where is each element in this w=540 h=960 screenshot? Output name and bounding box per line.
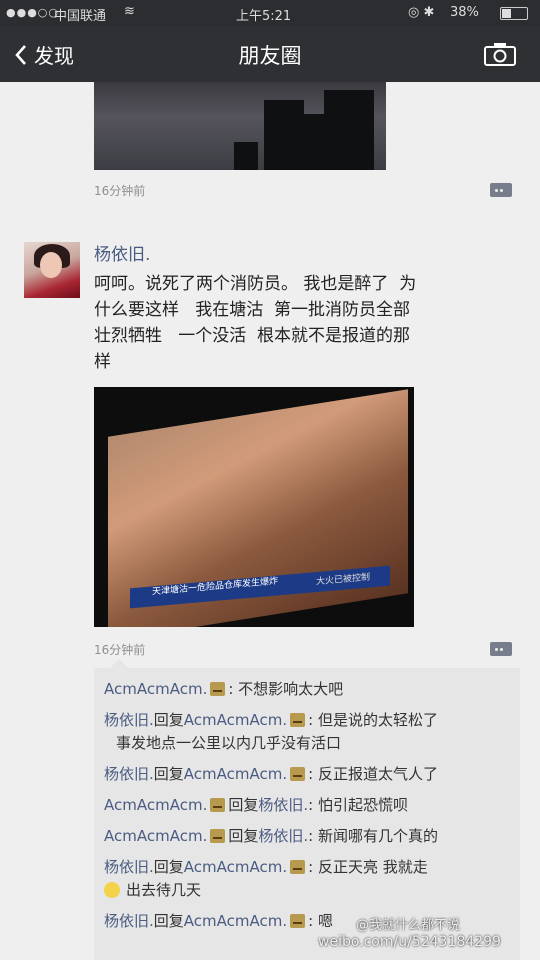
comment-row[interactable]: AcmAcmAcm. 回复杨依旧.: 新闻哪有几个真的 (104, 825, 438, 846)
emoji-icon (290, 713, 306, 727)
comment-icon[interactable] (490, 183, 512, 197)
commenter-name[interactable]: 杨依旧. (104, 765, 154, 783)
smiley-emoji-icon (104, 882, 120, 898)
reply-to-name[interactable]: AcmAcmAcm. (184, 765, 287, 783)
comment-text: : 怕引起恐慌呗 (308, 796, 408, 814)
comment-text: : 但是说的太轻松了 (308, 711, 438, 729)
moments-screen: ●●●○○ 中国联通 ≋ 上午5:21 ◎ ✱ 38% 发现 朋友圈 16分钟前… (0, 0, 540, 960)
reply-to-name[interactable]: 杨依旧. (258, 796, 308, 814)
avatar[interactable] (24, 242, 80, 298)
comment-continuation: 出去待几天 (126, 881, 202, 899)
carrier-name: 中国联通 (54, 9, 107, 24)
reply-to-name[interactable]: AcmAcmAcm. (184, 858, 287, 876)
emoji-icon (210, 798, 226, 812)
post-author-name[interactable]: 杨依旧. (94, 240, 150, 265)
rotation-lock-icon: ◎ ✱ (408, 5, 435, 20)
comment-continuation-row: 出去待几天 (104, 879, 201, 900)
weibo-watermark-url: weibo.com/u/5243184299 (318, 934, 501, 950)
reply-to-name[interactable]: 杨依旧. (258, 827, 308, 845)
comment-row[interactable]: 杨依旧.回复AcmAcmAcm. : 反正天亮 我就走 (104, 856, 428, 877)
comment-row[interactable]: 杨依旧.回复AcmAcmAcm. : 但是说的太轻松了 (104, 709, 438, 730)
reply-word: 回复 (153, 912, 184, 930)
comment-icon[interactable] (490, 642, 512, 656)
commenter-name[interactable]: AcmAcmAcm. (104, 827, 207, 845)
post-text-line: 什么要这样 我在塘沽 第一批消防员全部 (94, 300, 411, 320)
comment-row[interactable]: AcmAcmAcm. 回复杨依旧.: 怕引起恐慌呗 (104, 794, 408, 815)
battery-percent: 38% (450, 5, 479, 20)
post-time: 16分钟前 (94, 643, 146, 657)
signal-strength-icon: ●●●○○ (6, 6, 59, 19)
reply-word: 回复 (153, 711, 184, 729)
commenter-name[interactable]: 杨依旧. (104, 711, 154, 729)
navigation-bar: 发现 朋友圈 (0, 26, 540, 82)
emoji-icon (290, 767, 306, 781)
post-text-line: 壮烈牺牲 一个没活 根本就不是报道的那 (94, 326, 411, 346)
status-bar: ●●●○○ 中国联通 ≋ 上午5:21 ◎ ✱ 38% (0, 0, 540, 26)
commenter-name[interactable]: AcmAcmAcm. (104, 680, 207, 698)
comment-text: : 反正天亮 我就走 (308, 858, 428, 876)
battery-icon (500, 7, 528, 20)
reply-word: 回复 (228, 827, 259, 845)
comment-continuation: 事发地点一公里以内几乎没有活口 (116, 734, 342, 752)
comment-text: : 嗯 (308, 912, 333, 930)
post-image[interactable]: 天津塘沽一危险品仓库发生爆炸 大火已被控制 (94, 387, 414, 627)
commenter-name[interactable]: AcmAcmAcm. (104, 796, 207, 814)
emoji-icon (210, 829, 226, 843)
comment-text: : 新闻哪有几个真的 (308, 827, 438, 845)
reply-word: 回复 (228, 796, 259, 814)
post-text-line: 呵呵。说死了两个消防员。 我也是醉了 为 (94, 274, 417, 294)
post-text-line: 样 (94, 352, 111, 372)
weibo-watermark-handle: @我就什么都不说 (356, 918, 461, 933)
wifi-icon: ≋ (124, 4, 135, 19)
camera-icon[interactable] (484, 42, 516, 66)
comment-text: : 不想影响太大吧 (228, 680, 344, 698)
previous-post-time: 16分钟前 (94, 184, 146, 198)
commenter-name[interactable]: 杨依旧. (104, 858, 154, 876)
emoji-icon (290, 914, 306, 928)
page-title: 朋友圈 (238, 44, 302, 68)
comment-row[interactable]: AcmAcmAcm. : 不想影响太大吧 (104, 678, 343, 699)
reply-word: 回复 (153, 765, 184, 783)
reply-to-name[interactable]: AcmAcmAcm. (184, 912, 287, 930)
comment-row[interactable]: 杨依旧.回复AcmAcmAcm. : 嗯 (104, 910, 333, 931)
status-time: 上午5:21 (236, 9, 292, 24)
post-text: 呵呵。说死了两个消防员。 我也是醉了 为 什么要这样 我在塘沽 第一批消防员全部… (94, 271, 524, 375)
emoji-icon (210, 682, 226, 696)
comment-text: : 反正报道太气人了 (308, 765, 438, 783)
comment-row[interactable]: 杨依旧.回复AcmAcmAcm. : 反正报道太气人了 (104, 763, 438, 784)
previous-post-image[interactable] (94, 82, 386, 170)
commenter-name[interactable]: 杨依旧. (104, 912, 154, 930)
reply-word: 回复 (153, 858, 184, 876)
reply-to-name[interactable]: AcmAcmAcm. (184, 711, 287, 729)
emoji-icon (290, 860, 306, 874)
moments-feed[interactable]: 16分钟前 杨依旧. 呵呵。说死了两个消防员。 我也是醉了 为 什么要这样 我在… (0, 82, 540, 960)
